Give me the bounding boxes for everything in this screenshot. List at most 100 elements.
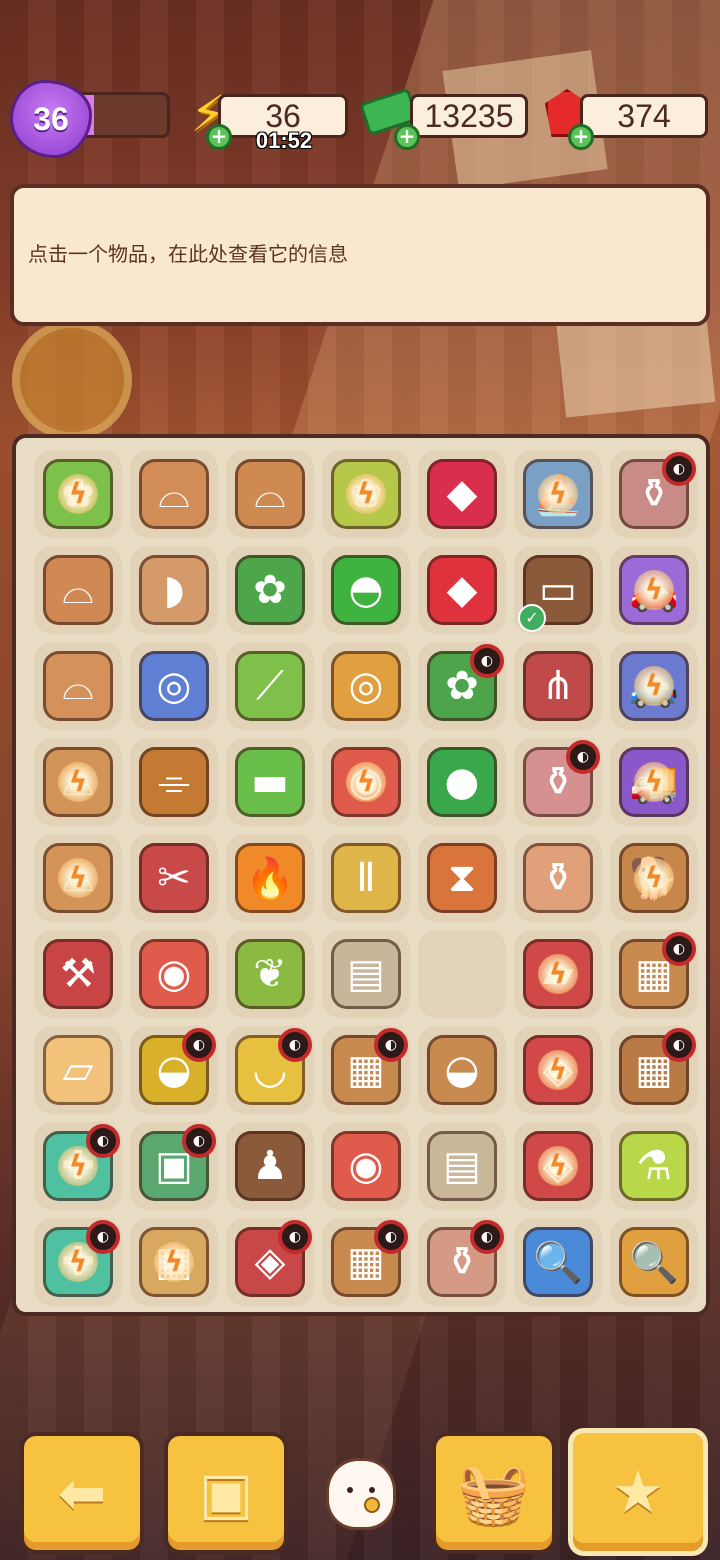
dragon-globe-item[interactable]: ◉: [139, 939, 209, 1009]
board-cell[interactable]: ◡ ◐: [226, 1026, 314, 1114]
cracked-clay-pot-item[interactable]: ⌓: [235, 459, 305, 529]
board-cell[interactable]: ◆: [418, 450, 506, 538]
board-cell[interactable]: ❦: [226, 930, 314, 1018]
toast-slices-item[interactable]: ▱: [43, 1035, 113, 1105]
rubies-item[interactable]: ◆: [427, 555, 497, 625]
board-cell[interactable]: 🔥: [226, 834, 314, 922]
board-cell[interactable]: ◈ ◐: [226, 1218, 314, 1306]
board-cell[interactable]: ◈ϟ: [514, 1026, 602, 1114]
board-cell[interactable]: ▱: [34, 1026, 122, 1114]
board-cell[interactable]: ✿: [226, 546, 314, 634]
ruby-basket-item[interactable]: ◆: [427, 459, 497, 529]
board-cell[interactable]: ▦ ◐: [610, 930, 698, 1018]
sunglasses-item[interactable]: ◎: [139, 651, 209, 721]
board-cell[interactable]: ▦ ◐: [610, 1026, 698, 1114]
board-cell[interactable]: ⌓ϟ: [34, 834, 122, 922]
board-cell[interactable]: ⋔: [514, 642, 602, 730]
moss-stone-item[interactable]: ▬: [235, 747, 305, 817]
column-pedestal-item[interactable]: Ⅱ: [331, 843, 401, 913]
board-cell[interactable]: ◗: [130, 546, 218, 634]
board-cell[interactable]: ❀ϟ: [322, 450, 410, 538]
back-button[interactable]: ⬅: [20, 1432, 144, 1554]
clay-pot-item[interactable]: ⌓: [43, 555, 113, 625]
board-cell[interactable]: ▦ ◐: [322, 1218, 410, 1306]
board-cell[interactable]: ✂: [130, 834, 218, 922]
board-cell[interactable]: ⟋: [226, 642, 314, 730]
board-cell[interactable]: ⚒: [34, 930, 122, 1018]
board-cell[interactable]: ▦ϟ: [130, 1218, 218, 1306]
green-sponge-item[interactable]: ●: [427, 747, 497, 817]
chess-pawn-item[interactable]: ♟: [235, 1131, 305, 1201]
board-cell[interactable]: ▦ ◐: [322, 1026, 410, 1114]
board-cell[interactable]: 🔍: [610, 1218, 698, 1306]
board-cell[interactable]: Ⅱ: [322, 834, 410, 922]
lucky-cat-button[interactable]: [318, 1446, 404, 1542]
board-cell[interactable]: ◈ϟ: [514, 1122, 602, 1210]
board-cell[interactable]: 🔍: [514, 1218, 602, 1306]
soap-bottle-item[interactable]: ⚗: [619, 1131, 689, 1201]
board-cell[interactable]: ⌓: [34, 546, 122, 634]
board-cell[interactable]: 🚗ϟ: [610, 546, 698, 634]
board-cell[interactable]: ◉: [322, 1122, 410, 1210]
large-clay-pot-item[interactable]: ⌓: [43, 651, 113, 721]
board-cell[interactable]: ⚱: [514, 834, 602, 922]
board-cell[interactable]: ⚱ ◐: [610, 450, 698, 538]
gem-counter[interactable]: 374: [580, 94, 708, 138]
board-cell[interactable]: ◒: [418, 1026, 506, 1114]
board-cell[interactable]: 🚙ϟ: [610, 642, 698, 730]
gold-magnifier-item[interactable]: 🔍: [619, 1227, 689, 1297]
board-cell[interactable]: ✚ϟ◐: [34, 1122, 122, 1210]
board-cell[interactable]: ♟: [226, 1122, 314, 1210]
shop-basket-button[interactable]: 🧺: [432, 1432, 556, 1554]
board-cell[interactable]: ◓: [322, 546, 410, 634]
board-cell[interactable]: ✿ϟ: [34, 450, 122, 538]
board-cell[interactable]: ✿ ◐: [418, 642, 506, 730]
board-cell[interactable]: ⛵ϟ: [514, 450, 602, 538]
green-cloth-item[interactable]: ◓: [331, 555, 401, 625]
add-gems-plus-icon[interactable]: +: [568, 124, 594, 150]
flower-bed-item[interactable]: ✿: [235, 555, 305, 625]
garden-fork-item[interactable]: ⋔: [523, 651, 593, 721]
cash-counter[interactable]: 13235: [410, 94, 528, 138]
dragon-snow-globe-item[interactable]: ◉: [331, 1131, 401, 1201]
board-cell[interactable]: ◆: [418, 546, 506, 634]
board-cell[interactable]: ⚱ ◐: [514, 738, 602, 826]
blue-magnifier-item[interactable]: 🔍: [523, 1227, 593, 1297]
board-cell[interactable]: ●: [418, 738, 506, 826]
board-cell[interactable]: ◒ ◐: [130, 1026, 218, 1114]
round-glasses-item[interactable]: ◎: [331, 651, 401, 721]
board-cell[interactable]: ▰ϟ: [514, 930, 602, 1018]
hourglass-item[interactable]: ⧗: [427, 843, 497, 913]
board-cell[interactable]: ▤: [322, 930, 410, 1018]
board-cell[interactable]: ▬: [226, 738, 314, 826]
inventory-button[interactable]: ▣: [164, 1432, 288, 1554]
tasks-clipboard-button[interactable]: ★: [568, 1428, 708, 1556]
board-cell[interactable]: ⌓ϟ: [34, 738, 122, 826]
pot-shard-item[interactable]: ◗: [139, 555, 209, 625]
add-energy-plus-icon[interactable]: +: [206, 124, 232, 150]
broken-clay-pot-item[interactable]: ⌓: [139, 459, 209, 529]
board-cell[interactable]: ▤: [418, 1122, 506, 1210]
board-cell[interactable]: ⧗: [418, 834, 506, 922]
board-cell[interactable]: ▣ ◐: [130, 1122, 218, 1210]
board-cell[interactable]: [418, 930, 506, 1018]
shoe-horn-grass-item[interactable]: ⟋: [235, 651, 305, 721]
board-cell[interactable]: ◉: [130, 930, 218, 1018]
board-cell[interactable]: ⚱ ◐: [418, 1218, 506, 1306]
board-cell[interactable]: ◎: [322, 642, 410, 730]
evidence-bag-item[interactable]: ▤: [427, 1131, 497, 1201]
board-cell[interactable]: ⌯: [130, 738, 218, 826]
seed-packet-item[interactable]: ▤: [331, 939, 401, 1009]
bottle-vase-item[interactable]: ⚱: [523, 843, 593, 913]
spyglass-item[interactable]: ⌯: [139, 747, 209, 817]
level-badge[interactable]: 36: [10, 80, 92, 158]
board-cell[interactable]: ◉ϟ: [322, 738, 410, 826]
board-cell[interactable]: ⌓: [34, 642, 122, 730]
board-cell[interactable]: 🐕ϟ: [610, 834, 698, 922]
board-cell[interactable]: ◎: [130, 642, 218, 730]
garden-trowel-item[interactable]: ⚒: [43, 939, 113, 1009]
bread-bowl-item[interactable]: ◒: [427, 1035, 497, 1105]
sprout-item[interactable]: ❦: [235, 939, 305, 1009]
board-cell[interactable]: ✚ϟ◐: [34, 1218, 122, 1306]
pruning-shears-item[interactable]: ✂: [139, 843, 209, 913]
